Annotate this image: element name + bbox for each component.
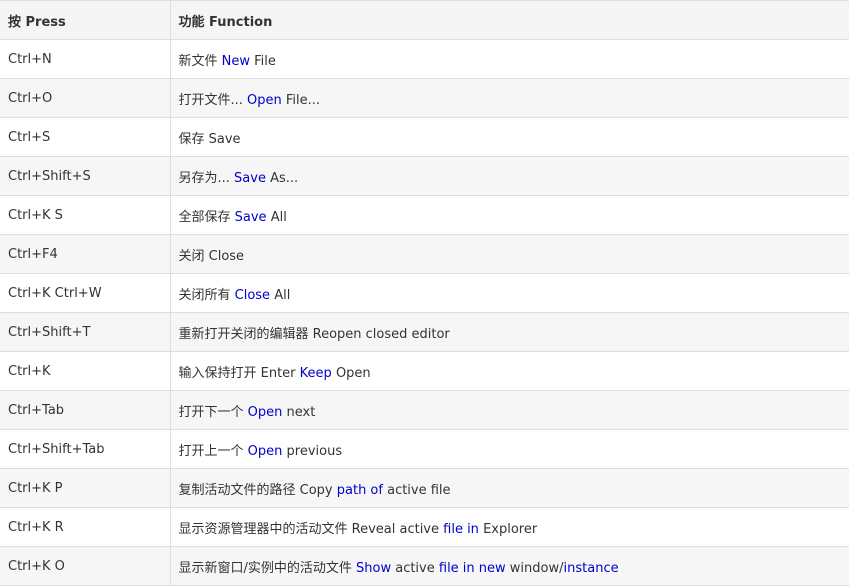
highlighted-term: Keep xyxy=(299,365,332,381)
table-row: Ctrl+N 新文件 New File xyxy=(0,39,849,79)
description-text: window/ xyxy=(505,560,564,576)
function-cell: 显示资源管理器中的活动文件 Reveal active file in Expl… xyxy=(169,507,849,547)
highlighted-term: New xyxy=(221,53,250,69)
highlighted-term: Save xyxy=(234,170,266,186)
description-text: File... xyxy=(281,92,321,108)
function-cell: 保存 Save xyxy=(169,117,849,157)
shortcut-key-cell: Ctrl+Shift+Tab xyxy=(0,429,171,469)
highlighted-term: instance xyxy=(563,560,619,576)
table-row: Ctrl+F4 关闭 Close xyxy=(0,234,849,274)
description-text: 打开上一个 xyxy=(178,443,248,459)
shortcut-key-cell: Ctrl+N xyxy=(0,39,171,79)
description-text: next xyxy=(282,404,316,420)
function-cell: 新文件 New File xyxy=(169,39,849,79)
shortcut-key-cell: Ctrl+Tab xyxy=(0,390,171,430)
shortcut-key-cell: Ctrl+K xyxy=(0,351,171,391)
table-row: Ctrl+Shift+S 另存为... Save As... xyxy=(0,156,849,196)
description-text: active xyxy=(391,560,439,576)
column-header-press: 按 Press xyxy=(0,0,171,40)
description-text: 打开下一个 xyxy=(178,404,248,420)
description-text: All xyxy=(270,287,291,303)
description-text: Open xyxy=(331,365,371,381)
description-text: 显示资源管理器中的活动文件 Reveal active xyxy=(178,521,444,537)
table-header-row: 按 Press 功能 Function xyxy=(0,0,849,40)
table-row: Ctrl+Shift+Tab 打开上一个 Open previous xyxy=(0,429,849,469)
highlighted-term: Open xyxy=(247,92,282,108)
function-cell: 打开文件... Open File... xyxy=(169,78,849,118)
shortcut-key-cell: Ctrl+K Ctrl+W xyxy=(0,273,171,313)
function-cell: 全部保存 Save All xyxy=(169,195,849,235)
description-text: As... xyxy=(265,170,299,186)
highlighted-term: Close xyxy=(234,287,271,303)
shortcut-key-cell: Ctrl+O xyxy=(0,78,171,118)
function-cell: 重新打开关闭的编辑器 Reopen closed editor xyxy=(169,312,849,352)
description-text: 显示新窗口/实例中的活动文件 xyxy=(178,560,357,576)
description-text: 保存 Save xyxy=(178,131,241,147)
highlighted-term: Open xyxy=(247,443,283,459)
highlighted-term: Save xyxy=(234,209,267,225)
description-text: 复制活动文件的路径 Copy xyxy=(178,482,337,498)
description-text: 重新打开关闭的编辑器 Reopen closed editor xyxy=(178,326,450,342)
table-row: Ctrl+Shift+T 重新打开关闭的编辑器 Reopen closed edi… xyxy=(0,312,849,352)
table-row: Ctrl+K O 显示新窗口/实例中的活动文件 Show active file … xyxy=(0,546,849,586)
function-cell: 复制活动文件的路径 Copy path of active file xyxy=(169,468,849,508)
function-cell: 关闭所有 Close All xyxy=(169,273,849,313)
description-text: 全部保存 xyxy=(178,209,235,225)
table-row: Ctrl+S 保存 Save xyxy=(0,117,849,157)
shortcut-key-cell: Ctrl+Shift+S xyxy=(0,156,171,196)
shortcut-table: 按 Press 功能 Function Ctrl+N 新文件 New File Ct… xyxy=(0,0,849,586)
column-header-function: 功能 Function xyxy=(169,0,849,40)
description-text: 关闭 Close xyxy=(178,248,245,264)
table-body: Ctrl+N 新文件 New File Ctrl+O 打开文件... Open Fil… xyxy=(0,39,849,586)
shortcut-key-cell: Ctrl+K O xyxy=(0,546,171,586)
table-row: Ctrl+Tab 打开下一个 Open next xyxy=(0,390,849,430)
shortcut-key-cell: Ctrl+S xyxy=(0,117,171,157)
description-text: File xyxy=(250,53,276,69)
description-text: 打开文件... xyxy=(178,92,248,108)
table-row: Ctrl+K P 复制活动文件的路径 Copy path of active fi… xyxy=(0,468,849,508)
description-text: All xyxy=(266,209,287,225)
function-cell: 输入保持打开 Enter Keep Open xyxy=(169,351,849,391)
description-text: 新文件 xyxy=(178,53,222,69)
table-row: Ctrl+K S 全部保存 Save All xyxy=(0,195,849,235)
shortcut-key-cell: Ctrl+F4 xyxy=(0,234,171,274)
shortcut-key-cell: Ctrl+K R xyxy=(0,507,171,547)
highlighted-term: path of xyxy=(336,482,383,498)
table-row: Ctrl+K 输入保持打开 Enter Keep Open xyxy=(0,351,849,391)
table-row: Ctrl+K Ctrl+W 关闭所有 Close All xyxy=(0,273,849,313)
function-cell: 另存为... Save As... xyxy=(169,156,849,196)
function-cell: 显示新窗口/实例中的活动文件 Show active file in new w… xyxy=(169,546,849,586)
function-cell: 打开下一个 Open next xyxy=(169,390,849,430)
function-cell: 关闭 Close xyxy=(169,234,849,274)
description-text: 关闭所有 xyxy=(178,287,235,303)
highlighted-term: Show xyxy=(356,560,392,576)
description-text: Explorer xyxy=(478,521,538,537)
shortcut-key-cell: Ctrl+K S xyxy=(0,195,171,235)
description-text: 另存为... xyxy=(178,170,235,186)
shortcut-key-cell: Ctrl+Shift+T xyxy=(0,312,171,352)
description-text: active file xyxy=(382,482,451,498)
description-text: previous xyxy=(282,443,343,459)
shortcut-key-cell: Ctrl+K P xyxy=(0,468,171,508)
description-text: 输入保持打开 Enter xyxy=(178,365,300,381)
highlighted-term: Open xyxy=(247,404,283,420)
highlighted-term: file in new xyxy=(438,560,506,576)
table-row: Ctrl+O 打开文件... Open File... xyxy=(0,78,849,118)
table-row: Ctrl+K R 显示资源管理器中的活动文件 Reveal active file… xyxy=(0,507,849,547)
function-cell: 打开上一个 Open previous xyxy=(169,429,849,469)
highlighted-term: file in xyxy=(443,521,479,537)
